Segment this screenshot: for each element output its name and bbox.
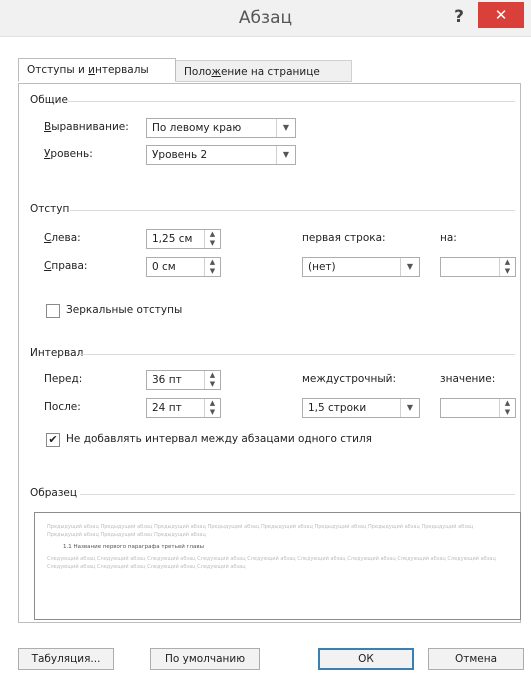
line-spacing-label: междустрочный: [302, 373, 397, 385]
spacing-value-input[interactable]: ▲ ▼ [440, 398, 516, 418]
spinner-arrows-icon[interactable]: ▲ ▼ [499, 258, 515, 276]
spacing-value-label: значение: [440, 373, 496, 385]
indent-by-label: на: [440, 232, 457, 244]
spinner-arrows-icon[interactable]: ▲ ▼ [204, 399, 220, 417]
mirror-indents-label: Зеркальные отступы [66, 304, 183, 316]
sample-group-title: Образец [30, 487, 78, 499]
indent-right-label: Справа: [44, 260, 88, 272]
chevron-down-icon: ▼ [400, 399, 419, 417]
paragraph-preview: Предыдущий абзац Предыдущий абзац Предыд… [34, 512, 521, 620]
alignment-label: Выравнивание: [44, 121, 129, 133]
indent-by-input[interactable]: ▲ ▼ [440, 257, 516, 277]
sample-divider [80, 494, 515, 495]
indent-left-label: Слева: [44, 232, 81, 244]
level-select[interactable]: Уровень 2 ▼ [146, 145, 296, 165]
no-space-same-style-checkbox[interactable]: ✔ [46, 433, 60, 447]
tab-indents-spacing[interactable]: Отступы и интервалы [18, 58, 176, 82]
first-line-label: первая строка: [302, 232, 386, 244]
chevron-down-icon: ▼ [276, 119, 295, 137]
alignment-select[interactable]: По левому краю ▼ [146, 118, 296, 138]
level-label: Уровень: [44, 148, 93, 160]
help-button[interactable]: ? [448, 6, 470, 28]
spacing-divider [80, 354, 515, 355]
spacing-group-title: Интервал [30, 347, 84, 359]
indent-right-input[interactable]: 0 см ▲ ▼ [146, 257, 221, 277]
spinner-arrows-icon[interactable]: ▲ ▼ [204, 371, 220, 389]
ok-button[interactable]: ОК [318, 648, 414, 670]
spinner-arrows-icon[interactable]: ▲ ▼ [204, 258, 220, 276]
preview-previous-paragraph: Предыдущий абзац Предыдущий абзац Предыд… [47, 524, 474, 538]
tabs-button[interactable]: Табуляция... [18, 648, 114, 670]
title-bar: Абзац ? ✕ [0, 0, 531, 37]
mirror-indents-checkbox[interactable] [46, 304, 60, 318]
preview-next-paragraph: Следующий абзац Следующий абзац Следующи… [47, 556, 496, 570]
space-after-input[interactable]: 24 пт ▲ ▼ [146, 398, 221, 418]
space-after-label: После: [44, 401, 81, 413]
first-line-select[interactable]: (нет) ▼ [302, 257, 420, 277]
indent-left-input[interactable]: 1,25 см ▲ ▼ [146, 229, 221, 249]
checkmark-icon: ✔ [48, 433, 58, 446]
general-group-title: Общие [30, 94, 68, 106]
preview-current-paragraph: 1.1 Название первого параграфа третьей г… [63, 544, 204, 550]
close-button[interactable]: ✕ [478, 2, 524, 28]
cancel-button[interactable]: Отмена [428, 648, 524, 670]
space-before-input[interactable]: 36 пт ▲ ▼ [146, 370, 221, 390]
indent-group-title: Отступ [30, 203, 70, 215]
tab-page-position[interactable]: Положение на странице [176, 60, 352, 82]
space-before-label: Перед: [44, 373, 83, 385]
indent-divider [70, 210, 515, 211]
general-divider [68, 101, 515, 102]
spinner-arrows-icon[interactable]: ▲ ▼ [499, 399, 515, 417]
chevron-down-icon: ▼ [276, 146, 295, 164]
set-default-button[interactable]: По умолчанию [150, 648, 260, 670]
spinner-arrows-icon[interactable]: ▲ ▼ [204, 230, 220, 248]
no-space-same-style-label: Не добавлять интервал между абзацами одн… [66, 433, 372, 445]
line-spacing-select[interactable]: 1,5 строки ▼ [302, 398, 420, 418]
chevron-down-icon: ▼ [400, 258, 419, 276]
